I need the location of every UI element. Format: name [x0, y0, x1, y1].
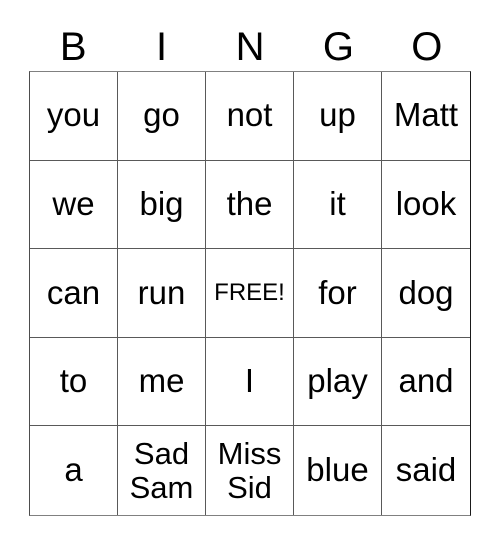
bingo-cell-label: the [226, 185, 273, 223]
bingo-cell[interactable]: up [294, 72, 382, 161]
bingo-cell[interactable]: go [118, 72, 206, 161]
bingo-header-letter-g: G [322, 24, 354, 69]
bingo-cell-label: blue [306, 451, 369, 489]
bingo-header-row: BINGO [29, 22, 471, 71]
bingo-cell[interactable]: look [382, 160, 470, 250]
bingo-header-letter-o: O [411, 24, 443, 69]
bingo-cell[interactable]: Sad Sam [118, 426, 206, 515]
bingo-cell[interactable]: big [118, 160, 206, 250]
bingo-cell[interactable]: I [206, 337, 294, 427]
bingo-cell-label: said [395, 451, 457, 489]
bingo-cell-label: FREE! [214, 279, 285, 307]
bingo-cell[interactable]: not [206, 72, 294, 161]
bingo-cell-label: dog [398, 273, 454, 311]
bingo-cell-label: big [139, 185, 184, 223]
bingo-header-letter-n: N [235, 24, 265, 69]
bingo-cell[interactable]: you [30, 72, 118, 161]
bingo-header-letter-i: I [156, 24, 168, 69]
bingo-cell-label: run [137, 273, 186, 311]
bingo-cell-label: go [143, 96, 180, 134]
bingo-cell-label: for [318, 273, 357, 311]
bingo-cell-label: we [52, 185, 95, 223]
bingo-cell-label: look [395, 185, 457, 223]
bingo-cell-label: and [398, 362, 454, 400]
bingo-cell[interactable]: Matt [382, 72, 470, 161]
bingo-cell[interactable]: for [294, 249, 382, 338]
bingo-cell[interactable]: dog [382, 249, 470, 338]
bingo-cell-label: not [226, 96, 273, 134]
bingo-cell-label: it [329, 185, 346, 223]
bingo-cell-label: Sad Sam [129, 435, 194, 505]
bingo-cell[interactable]: said [382, 426, 470, 515]
bingo-cell-label: Miss Sid [217, 435, 282, 505]
bingo-cell[interactable]: Miss Sid [206, 426, 294, 515]
bingo-cell[interactable]: a [30, 426, 118, 515]
bingo-cell-label: I [244, 362, 255, 400]
bingo-cell-label: up [319, 96, 356, 134]
bingo-cell[interactable]: can [30, 249, 118, 338]
bingo-cell[interactable]: to [30, 337, 118, 427]
bingo-cell[interactable]: me [118, 337, 206, 427]
bingo-cell[interactable]: it [294, 160, 382, 250]
bingo-free-cell[interactable]: FREE! [206, 249, 294, 338]
bingo-cell-label: me [138, 362, 185, 400]
bingo-card: B I N G O you go not up Matt we big the it look can run… [0, 0, 500, 544]
bingo-header-letter-b: B [59, 24, 87, 69]
bingo-cell-label: to [59, 362, 88, 400]
bingo-cell-label: Matt [393, 96, 459, 134]
bingo-cell[interactable]: and [382, 337, 470, 427]
bingo-cell[interactable]: blue [294, 426, 382, 515]
bingo-cell[interactable]: the [206, 160, 294, 250]
bingo-grid: you go not up Matt we big the it look can run FREE! f… [29, 71, 471, 516]
bingo-cell[interactable]: run [118, 249, 206, 338]
bingo-cell[interactable]: we [30, 160, 118, 250]
bingo-cell-label: a [64, 451, 83, 489]
bingo-cell-label: can [46, 273, 101, 311]
bingo-cell-label: you [46, 96, 101, 134]
bingo-cell[interactable]: play [294, 337, 382, 427]
bingo-cell-label: play [307, 362, 368, 400]
